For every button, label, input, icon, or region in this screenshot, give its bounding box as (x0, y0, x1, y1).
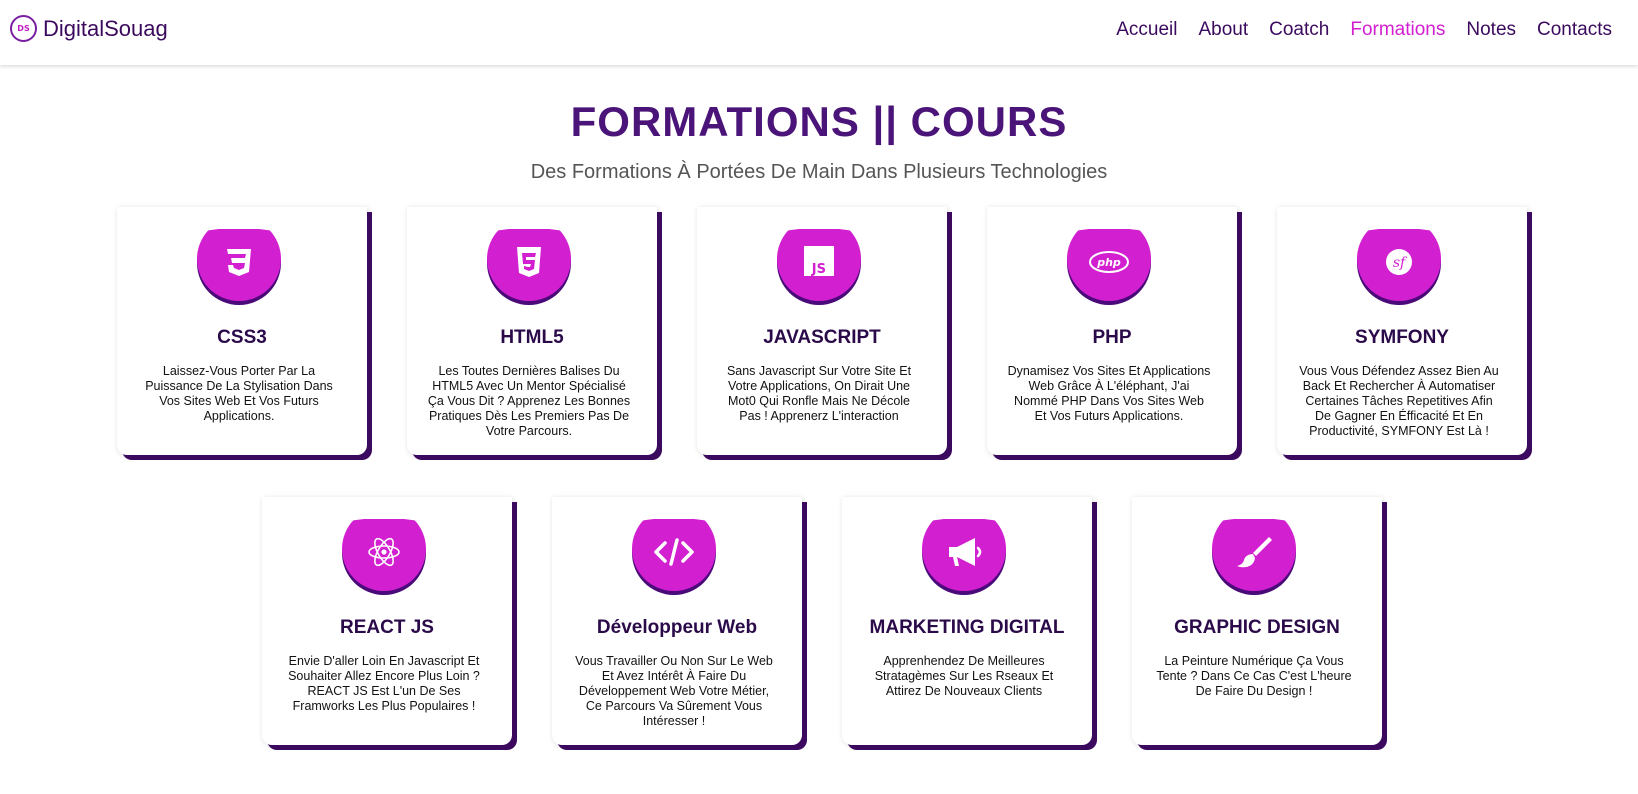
formation-card[interactable]: JS JAVASCRIPT Sans Javascript Sur Votre Si… (697, 207, 947, 455)
card-description: Sans Javascript Sur Votre Site Et Votre … (726, 364, 912, 423)
css3-icon (194, 229, 284, 309)
main-nav: Accueil About Coatch Formations Notes Co… (1095, 19, 1612, 41)
formation-card[interactable]: GRAPHIC DESIGN La Peinture Numérique Ça V… (1132, 497, 1382, 745)
nav-link-formations[interactable]: Formations (1350, 19, 1445, 41)
card-title: HTML5 (500, 327, 564, 348)
card-title: Développeur Web (596, 617, 758, 638)
nav-link-notes[interactable]: Notes (1466, 19, 1516, 41)
megaphone-icon (919, 519, 1009, 599)
react-icon (339, 519, 429, 599)
brand[interactable]: DS DigitalSouag (10, 15, 168, 42)
brand-name: DigitalSouag (43, 15, 168, 41)
card-description: La Peinture Numérique Ça Vous Tente ? Da… (1156, 654, 1352, 698)
card-title: SYMFONY (1355, 327, 1449, 348)
card-description: Les Toutes Dernières Balises Du HTML5 Av… (427, 364, 631, 438)
card-description: Vous Vous Défendez Assez Bien Au Back Et… (1299, 364, 1499, 438)
svg-text:php: php (1096, 256, 1121, 269)
formation-card[interactable]: MARKETING DIGITAL Apprenhendez De Meilleu… (842, 497, 1092, 745)
brand-logo-icon: DS (10, 15, 37, 42)
html5-icon (484, 229, 574, 309)
formation-card[interactable]: php PHP Dynamisez Vos Sites Et Application… (987, 207, 1237, 455)
card-title: GRAPHIC DESIGN (1174, 617, 1340, 638)
card-description: Apprenhendez De Meilleures Stratagèmes S… (874, 654, 1054, 698)
nav-link-accueil[interactable]: Accueil (1116, 19, 1177, 41)
top-navbar: DS DigitalSouag Accueil About Coatch For… (0, 0, 1638, 65)
page-title: FORMATIONS || COURS (570, 98, 1068, 145)
formation-card[interactable]: sf SYMFONY Vous Vous Défendez Assez Bien A… (1277, 207, 1527, 455)
page-subtitle: Des Formations À Portées De Main Dans Pl… (530, 161, 1108, 183)
formation-card[interactable]: Développeur Web Vous Travailler Ou Non Su… (552, 497, 802, 745)
nav-link-about[interactable]: About (1198, 19, 1248, 41)
card-description: Envie D'aller Loin En Javascript Et Souh… (288, 654, 480, 713)
code-icon (629, 519, 719, 599)
nav-link-contacts[interactable]: Contacts (1537, 19, 1612, 41)
card-description: Laissez-Vous Porter Par La Puissance De … (145, 364, 333, 423)
svg-text:JS: JS (811, 262, 826, 277)
formation-card[interactable]: CSS3 Laissez-Vous Porter Par La Puissance… (117, 207, 367, 455)
card-description: Dynamisez Vos Sites Et Applications Web … (1007, 364, 1211, 423)
card-title: REACT JS (340, 617, 434, 638)
symfony-icon: sf (1354, 229, 1444, 309)
card-title: CSS3 (217, 327, 267, 348)
php-icon: php (1064, 229, 1154, 309)
card-title: JAVASCRIPT (763, 327, 881, 348)
nav-link-coatch[interactable]: Coatch (1269, 19, 1329, 41)
formation-card[interactable]: HTML5 Les Toutes Dernières Balises Du HTM… (407, 207, 657, 455)
paintbrush-icon (1209, 519, 1299, 599)
card-description: Vous Travailler Ou Non Sur Le Web Et Ave… (575, 654, 773, 728)
brand-logo-text: DS (17, 24, 30, 33)
card-title: PHP (1092, 327, 1132, 348)
card-title: MARKETING DIGITAL (869, 617, 1065, 638)
javascript-icon: JS (774, 229, 864, 309)
formation-card[interactable]: REACT JS Envie D'aller Loin En Javascript… (262, 497, 512, 745)
